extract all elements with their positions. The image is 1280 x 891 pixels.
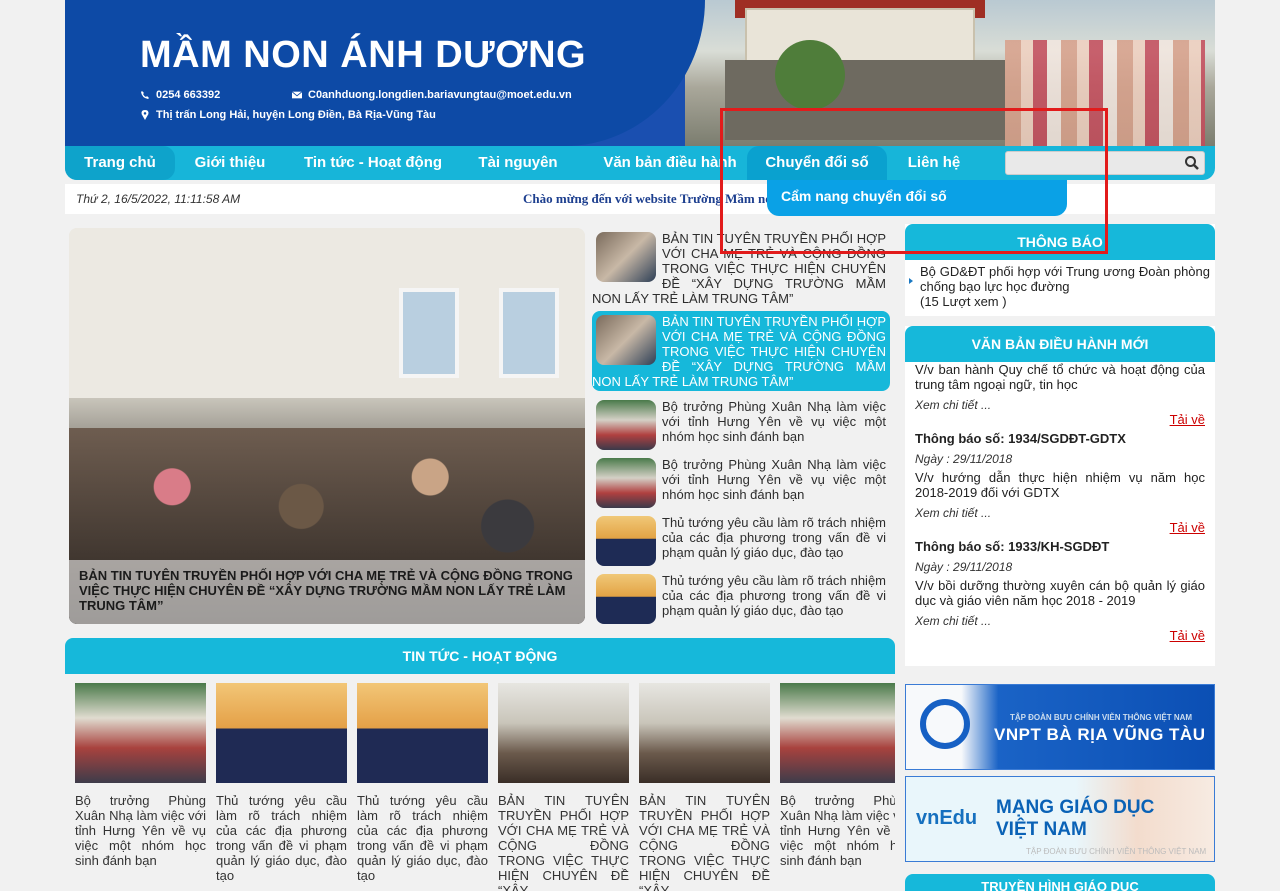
article-thumbnail[interactable] (596, 458, 656, 508)
current-date: Thứ 2, 16/5/2022, 11:11:58 AM (76, 192, 241, 206)
side-article[interactable]: Thủ tướng yêu cầu làm rõ trách nhiệm của… (592, 570, 890, 626)
vnedu-logo: vnEdu (916, 807, 978, 829)
news-card[interactable]: Bộ trưởng Phùng Xuân Nhạ làm việc với tỉ… (75, 683, 206, 891)
view-detail-link[interactable]: Xem chi tiết ... (915, 506, 1205, 520)
documents-heading: VĂN BẢN ĐIỀU HÀNH MỚI (905, 326, 1215, 362)
bullet-icon (909, 278, 913, 284)
nav-about[interactable]: Giới thiệu (185, 146, 275, 180)
vnedu-title-line-1: MẠNG GIÁO DỤC (996, 797, 1155, 818)
article-thumbnail[interactable] (596, 400, 656, 450)
news-card[interactable]: BẢN TIN TUYÊN TRUYỀN PHỐI HỢP VỚI CHA MẸ… (639, 683, 770, 891)
side-article[interactable]: Thủ tướng yêu cầu làm rõ trách nhiệm của… (592, 512, 890, 568)
email-address: C0anhduong.longdien.bariavungtau@moet.ed… (308, 89, 572, 101)
nav-resources[interactable]: Tài nguyên (465, 146, 571, 180)
document-desc: V/v ban hành Quy chế tổ chức và hoạt độn… (915, 362, 1205, 392)
site-title: MẦM NON ÁNH DƯƠNG (140, 34, 587, 76)
address-text: Thị trấn Long Hải, huyện Long Điền, Bà R… (156, 109, 436, 121)
phone-contact: 0254 663392 (140, 89, 220, 101)
announcement-views: (15 Lượt xem ) (920, 294, 1007, 309)
news-thumbnail[interactable] (780, 683, 895, 783)
vnedu-subtitle: TẬP ĐOÀN BƯU CHÍNH VIỄN THÔNG VIỆT NAM (1026, 847, 1207, 856)
article-thumbnail[interactable] (596, 232, 656, 282)
featured-article[interactable]: BẢN TIN TUYÊN TRUYỀN PHỐI HỢP VỚI CHA MẸ… (69, 228, 585, 624)
vnedu-title-line-2: VIỆT NAM (996, 819, 1087, 840)
news-thumbnail[interactable] (75, 683, 206, 783)
news-title[interactable]: Thủ tướng yêu cầu làm rõ trách nhiệm của… (216, 793, 347, 891)
nav-news[interactable]: Tin tức - Hoạt động (293, 146, 453, 180)
address-contact: Thị trấn Long Hải, huyện Long Điền, Bà R… (140, 109, 436, 121)
document-desc: V/v hướng dẫn thực hiện nhiệm vụ năm học… (915, 470, 1205, 500)
vnpt-title: VNPT BÀ RỊA VŨNG TÀU (994, 725, 1206, 744)
side-article[interactable]: Bộ trưởng Phùng Xuân Nhạ làm việc với tỉ… (592, 396, 890, 452)
article-thumbnail[interactable] (596, 516, 656, 566)
news-card[interactable]: Thủ tướng yêu cầu làm rõ trách nhiệm của… (357, 683, 488, 891)
announcement-item[interactable]: Bộ GD&ĐT phối hợp với Trung ương Đoàn ph… (905, 260, 1215, 309)
document-title[interactable]: Thông báo số: 1934/SGDĐT-GDTX (915, 431, 1205, 446)
news-title[interactable]: Thủ tướng yêu cầu làm rõ trách nhiệm của… (357, 793, 488, 891)
news-title[interactable]: Bộ trưởng Phùng Xuân Nhạ làm việc với tỉ… (75, 793, 206, 891)
document-title[interactable]: Thông báo số: 1933/KH-SGDĐT (915, 539, 1205, 554)
article-thumbnail[interactable] (596, 574, 656, 624)
document-date: Ngày : 29/11/2018 (915, 452, 1013, 466)
highlight-box (720, 108, 1108, 254)
documents-scroll-list[interactable]: V/v ban hành Quy chế tổ chức và hoạt độn… (905, 362, 1215, 662)
vnpt-logo-icon (920, 699, 970, 749)
location-pin-icon (141, 110, 149, 120)
vnpt-banner[interactable]: TẬP ĐOÀN BƯU CHÍNH VIỄN THÔNG VIỆT NAM V… (905, 684, 1215, 770)
download-link[interactable]: Tải về (915, 412, 1205, 427)
news-card[interactable]: Thủ tướng yêu cầu làm rõ trách nhiệm của… (216, 683, 347, 891)
news-card[interactable]: Bộ trưởng Phùng Xuân Nhạ làm việc với tỉ… (780, 683, 895, 891)
news-thumbnail[interactable] (639, 683, 770, 783)
email-contact: C0anhduong.longdien.bariavungtau@moet.ed… (292, 89, 572, 101)
document-desc: V/v bồi dưỡng thường xuyên cán bộ quản l… (915, 578, 1205, 608)
news-thumbnail[interactable] (357, 683, 488, 783)
phone-number: 0254 663392 (156, 89, 221, 101)
vnedu-title: MẠNG GIÁO DỤC VIỆT NAM (996, 797, 1154, 841)
download-link[interactable]: Tải về (915, 628, 1205, 643)
announcement-title[interactable]: Bộ GD&ĐT phối hợp với Trung ương Đoàn ph… (920, 264, 1210, 294)
phone-icon (141, 91, 149, 99)
documents-box: VĂN BẢN ĐIỀU HÀNH MỚI V/v ban hành Quy c… (905, 326, 1215, 666)
side-article-active[interactable]: BẢN TIN TUYÊN TRUYỀN PHỐI HỢP VỚI CHA MẸ… (592, 311, 890, 391)
vnpt-subtitle: TẬP ĐOÀN BƯU CHÍNH VIỄN THÔNG VIỆT NAM (1010, 713, 1193, 722)
search-icon[interactable] (1184, 155, 1200, 171)
news-grid: Bộ trưởng Phùng Xuân Nhạ làm việc với tỉ… (75, 683, 895, 891)
side-article[interactable]: Bộ trưởng Phùng Xuân Nhạ làm việc với tỉ… (592, 454, 890, 510)
article-thumbnail[interactable] (596, 315, 656, 365)
news-title[interactable]: BẢN TIN TUYÊN TRUYỀN PHỐI HỢP VỚI CHA MẸ… (498, 793, 629, 891)
email-icon (292, 91, 302, 99)
news-thumbnail[interactable] (498, 683, 629, 783)
download-link[interactable]: Tải về (915, 520, 1205, 535)
document-date: Ngày : 29/11/2018 (915, 560, 1013, 574)
news-thumbnail[interactable] (216, 683, 347, 783)
vnedu-banner[interactable]: vnEdu MẠNG GIÁO DỤC VIỆT NAM TẬP ĐOÀN BƯ… (905, 776, 1215, 862)
view-detail-link[interactable]: Xem chi tiết ... (915, 614, 1205, 628)
news-section-heading: TIN TỨC - HOẠT ĐỘNG (65, 638, 895, 674)
news-title[interactable]: Bộ trưởng Phùng Xuân Nhạ làm việc với tỉ… (780, 793, 895, 891)
featured-caption[interactable]: BẢN TIN TUYÊN TRUYỀN PHỐI HỢP VỚI CHA MẸ… (69, 560, 585, 624)
page-container: MẦM NON ÁNH DƯƠNG 0254 663392 C0anhduong… (65, 0, 1215, 891)
view-detail-link[interactable]: Xem chi tiết ... (915, 398, 1205, 412)
side-article-list: BẢN TIN TUYÊN TRUYỀN PHỐI HỢP VỚI CHA MẸ… (592, 228, 892, 624)
news-card[interactable]: BẢN TIN TUYÊN TRUYỀN PHỐI HỢP VỚI CHA MẸ… (498, 683, 629, 891)
news-title[interactable]: BẢN TIN TUYÊN TRUYỀN PHỐI HỢP VỚI CHA MẸ… (639, 793, 770, 891)
education-tv-heading: TRUYỀN HÌNH GIÁO DỤC (905, 874, 1215, 891)
nav-home[interactable]: Trang chủ (65, 146, 175, 180)
